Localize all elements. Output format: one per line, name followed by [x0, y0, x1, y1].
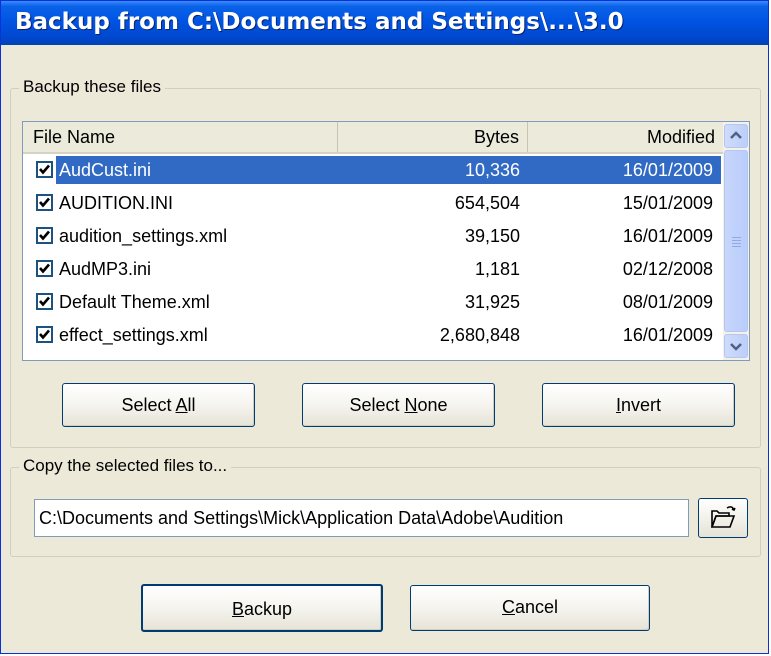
select-none-label-key: N — [404, 395, 418, 415]
bytes-cell: 654,504 — [454, 193, 520, 213]
select-none-label-post: one — [417, 395, 448, 415]
row-checkbox[interactable] — [36, 293, 53, 310]
table-row[interactable]: Default Theme.xml 31,925 08/01/2009 — [23, 286, 723, 319]
bytes-cell: 31,925 — [464, 292, 520, 312]
browse-button[interactable] — [698, 498, 748, 538]
list-header: File Name Bytes Modified — [23, 122, 723, 154]
file-name-cell: AUDITION.INI — [59, 193, 174, 213]
table-row[interactable]: AUDITION.INI 654,504 15/01/2009 — [23, 187, 723, 220]
table-row[interactable]: AudCust.ini 10,336 16/01/2009 — [23, 154, 723, 187]
select-all-label-pre: Select — [121, 395, 176, 415]
modified-cell: 16/01/2009 — [622, 325, 713, 345]
file-name-cell: AudCust.ini — [56, 156, 155, 184]
bytes-cell: 1,181 — [474, 259, 520, 279]
cancel-label-post: ancel — [514, 597, 559, 617]
scroll-up-button[interactable] — [724, 124, 748, 148]
modified-cell: 15/01/2009 — [622, 193, 713, 213]
table-row[interactable]: effect_settings.xml 2,680,848 16/01/2009 — [23, 319, 723, 352]
copy-destination-legend: Copy the selected files to... — [19, 456, 232, 476]
file-name-cell: AudMP3.ini — [59, 259, 152, 279]
select-all-label-key: A — [175, 395, 188, 415]
window-title: Backup from C:\Documents and Settings\..… — [15, 9, 624, 35]
checkmark-icon — [39, 164, 50, 175]
checkmark-icon — [39, 329, 50, 340]
open-folder-icon — [710, 506, 736, 528]
title-bar[interactable]: Backup from C:\Documents and Settings\..… — [1, 1, 768, 45]
backup-button[interactable]: Backup — [141, 584, 383, 632]
bytes-cell: 10,336 — [338, 156, 528, 184]
invert-label-post: nvert — [620, 395, 662, 415]
file-name-cell: audition_settings.xml — [59, 226, 228, 246]
modified-cell: 02/12/2008 — [622, 259, 713, 279]
column-header-modified[interactable]: Modified — [528, 122, 723, 152]
modified-cell: 16/01/2009 — [622, 226, 713, 246]
select-all-label-post: ll — [187, 395, 196, 415]
modified-cell: 08/01/2009 — [622, 292, 713, 312]
bytes-cell: 39,150 — [464, 226, 520, 246]
select-none-label-pre: Select — [349, 395, 405, 415]
checkmark-icon — [39, 230, 50, 241]
backup-label-key: B — [231, 599, 244, 619]
chevron-up-icon — [730, 131, 742, 139]
checkmark-icon — [39, 197, 50, 208]
modified-cell: 16/01/2009 — [528, 156, 721, 184]
row-checkbox[interactable] — [36, 227, 53, 244]
table-row[interactable]: audition_settings.xml 39,150 16/01/2009 — [23, 220, 723, 253]
select-none-button[interactable]: Select None — [302, 383, 495, 427]
backup-files-legend: Backup these files — [19, 77, 165, 97]
chevron-down-icon — [730, 343, 742, 351]
scroll-thumb[interactable] — [724, 150, 748, 332]
file-name-cell: effect_settings.xml — [59, 325, 208, 345]
destination-path-field[interactable]: C:\Documents and Settings\Mick\Applicati… — [34, 499, 689, 537]
backup-dialog: Backup from C:\Documents and Settings\..… — [0, 0, 769, 654]
invert-button[interactable]: Invert — [542, 383, 735, 427]
checkmark-icon — [39, 296, 50, 307]
backup-label-post: ackup — [243, 599, 293, 619]
file-name-cell: Default Theme.xml — [59, 292, 210, 312]
table-row[interactable]: AudMP3.ini 1,181 02/12/2008 — [23, 253, 723, 286]
row-checkbox[interactable] — [36, 161, 53, 178]
column-header-file-name[interactable]: File Name — [23, 122, 338, 152]
cancel-button[interactable]: Cancel — [410, 585, 650, 631]
scroll-down-button[interactable] — [724, 334, 748, 358]
bytes-cell: 2,680,848 — [439, 325, 520, 345]
select-all-button[interactable]: Select All — [62, 383, 255, 427]
row-checkbox[interactable] — [36, 194, 53, 211]
row-checkbox[interactable] — [36, 326, 53, 343]
file-list[interactable]: File Name Bytes Modified AudCust.ini 10,3… — [22, 121, 750, 361]
checkmark-icon — [39, 263, 50, 274]
column-header-bytes[interactable]: Bytes — [338, 122, 528, 152]
vertical-scrollbar[interactable] — [723, 122, 749, 360]
cancel-label-key: C — [501, 597, 515, 617]
row-checkbox[interactable] — [36, 260, 53, 277]
